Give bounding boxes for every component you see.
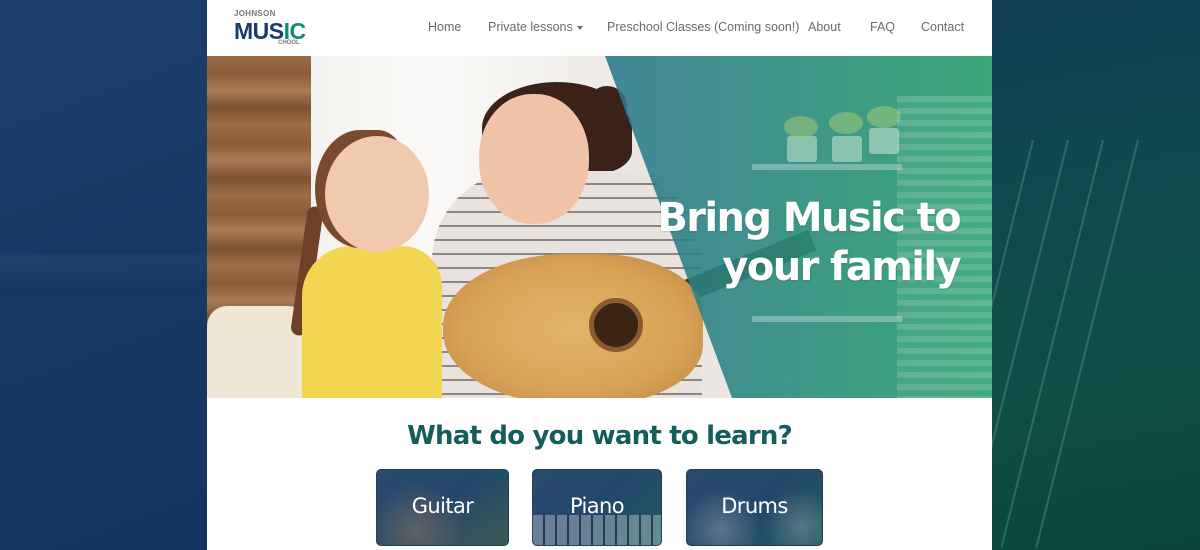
nav-contact-link[interactable]: Contact (921, 20, 964, 34)
card-label: Drums (721, 494, 788, 518)
section-heading: What do you want to learn? (407, 421, 793, 451)
nav-faq-link[interactable]: FAQ (870, 20, 895, 34)
page-background-left (0, 0, 207, 550)
nav-private-lessons-dropdown[interactable]: Private lessons (488, 20, 583, 34)
instrument-card-drums[interactable]: Drums (686, 469, 823, 546)
chevron-down-icon (576, 25, 583, 30)
site-logo[interactable]: JOHNSON MUSIC CHOOL (234, 9, 306, 47)
navbar: JOHNSON MUSIC CHOOL Home Private lessons… (207, 0, 992, 56)
page-background-right (992, 0, 1200, 550)
hero-headline: Bring Music to your family (657, 195, 961, 290)
nav-private-lessons-label: Private lessons (488, 20, 573, 34)
nav-preschool-link[interactable]: Preschool Classes (Coming soon!) (607, 20, 799, 34)
hero-banner: Bring Music to your family (207, 56, 992, 398)
instrument-card-piano[interactable]: Piano (532, 469, 662, 546)
card-label: Piano (569, 494, 625, 518)
nav-home-link[interactable]: Home (428, 20, 461, 34)
instrument-card-guitar[interactable]: Guitar (376, 469, 509, 546)
card-label: Guitar (411, 494, 474, 518)
page-container: JOHNSON MUSIC CHOOL Home Private lessons… (207, 0, 992, 550)
nav-about-link[interactable]: About (808, 20, 841, 34)
